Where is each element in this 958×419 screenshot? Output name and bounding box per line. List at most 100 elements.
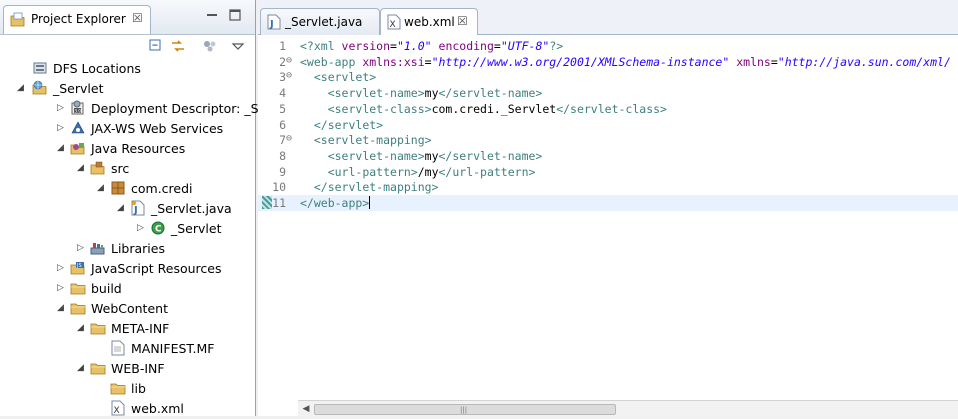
tree-item[interactable]: ▷ Libraries [0, 238, 255, 258]
code-text: <servlet-name>my</servlet-name> [300, 148, 543, 163]
code-text: <servlet-name>my</servlet-name> [300, 86, 543, 101]
code-line[interactable]: 10 </servlet-mapping> [258, 179, 958, 195]
svg-text:J: J [133, 205, 138, 216]
code-line[interactable]: 1 <?xml version="1.0" encoding="UTF-8"?> [258, 38, 958, 54]
project-explorer-panel: Project Explorer ☒ DFS Locations ◢ _Servle… [0, 0, 295, 418]
expanded-arrow-icon[interactable]: ◢ [56, 143, 65, 153]
code-line[interactable]: 9 <url-pattern>/my</url-pattern> [258, 164, 958, 180]
code-token: </servlet-name> [438, 148, 543, 163]
view-menu-icon[interactable] [230, 38, 246, 54]
tree-item[interactable]: ◢ src [0, 158, 255, 178]
expanded-arrow-icon[interactable]: ◢ [76, 363, 85, 373]
expanded-arrow-icon[interactable]: ◢ [116, 203, 125, 213]
maximize-icon[interactable] [228, 8, 242, 22]
code-token: </servlet-class> [556, 101, 667, 116]
tree-item[interactable]: DFS Locations [0, 58, 255, 78]
code-line[interactable]: 2 ⊖ <web-app xmlns:xsi="http://www.w3.org/… [258, 54, 958, 70]
collapse-all-icon[interactable] [148, 38, 164, 54]
horizontal-scrollbar[interactable]: ◀ ||| [298, 400, 958, 417]
code-line[interactable]: 3 ⊖ <servlet> [258, 69, 958, 85]
tree-item-label: web.xml [131, 401, 184, 416]
xml-source-editor[interactable]: 1 <?xml version="1.0" encoding="UTF-8"?> 2… [258, 36, 958, 400]
tab-web-xml[interactable]: X web.xml ☒ [380, 8, 478, 35]
code-line[interactable]: 8 <servlet-name>my</servlet-name> [258, 148, 958, 164]
scrollbar-thumb[interactable]: ||| [314, 404, 616, 415]
code-token: ?> [549, 39, 564, 53]
svg-text:X: X [390, 20, 396, 30]
collapsed-arrow-icon[interactable]: ▷ [56, 263, 65, 273]
code-token: xmlns [736, 54, 771, 69]
code-token: </servlet-name> [438, 86, 543, 101]
tree-item[interactable]: ◢ com.credi [0, 178, 255, 198]
folder-icon [70, 300, 86, 316]
tree-item[interactable]: ▷ JAX-WS Web Services [0, 118, 255, 138]
collapsed-arrow-icon[interactable]: ▷ [56, 283, 65, 293]
dfs-icon [32, 60, 48, 76]
tab-label: _Servlet.java [285, 15, 363, 29]
collapsed-arrow-icon[interactable]: ▷ [136, 223, 145, 233]
code-line[interactable]: 6 </servlet> [258, 117, 958, 133]
code-line[interactable]: 4 <servlet-name>my</servlet-name> [258, 85, 958, 101]
tree-item[interactable]: ▷ build [0, 278, 255, 298]
tree-item[interactable]: ◢ _Servlet [0, 78, 255, 98]
line-number: 4 [279, 86, 286, 101]
fold-toggle-icon[interactable]: ⊖ [286, 70, 296, 81]
svg-text:X: X [114, 406, 120, 416]
code-token: my [424, 86, 439, 101]
tree-item-label: JAX-WS Web Services [91, 121, 224, 136]
folder-icon [90, 360, 106, 376]
expanded-arrow-icon[interactable]: ◢ [76, 163, 85, 173]
editor-tabbar: J _Servlet.java X web.xml ☒ [258, 0, 958, 35]
tree-item[interactable]: ◢ Java Resources [0, 138, 255, 158]
code-token: <servlet-class> [327, 101, 432, 116]
code-token: xmlns:xsi [362, 54, 425, 69]
tree-item[interactable]: ◢ J _Servlet.java [0, 198, 255, 218]
fold-toggle-icon[interactable]: ⊖ [286, 133, 296, 144]
expanded-arrow-icon[interactable]: ◢ [76, 323, 85, 333]
tree-item[interactable]: lib [0, 378, 255, 398]
code-token: "1.0" [396, 39, 432, 53]
code-token: version [341, 39, 391, 53]
scroll-left-icon[interactable]: ◀ [299, 402, 313, 416]
tree-item[interactable]: MANIFEST.MF [0, 338, 255, 358]
expanded-arrow-icon[interactable]: ◢ [56, 303, 65, 313]
svg-text:J: J [269, 19, 274, 30]
collapsed-arrow-icon[interactable]: ▷ [76, 243, 85, 253]
expanded-arrow-icon[interactable]: ◢ [16, 83, 25, 93]
code-text: </servlet> [300, 118, 383, 132]
code-line[interactable]: 5 <servlet-class>com.credi._Servlet</ser… [258, 101, 958, 117]
code-token: "http://www.w3.org/2001/XMLSchema-instan… [431, 54, 730, 69]
tree-item[interactable]: ▷ 3.0 Deployment Descriptor: _Servlet [0, 98, 295, 118]
link-with-editor-icon[interactable] [170, 38, 186, 54]
tree-item[interactable]: ◢ WebContent [0, 298, 255, 318]
tree-item[interactable]: Xweb.xml [0, 398, 255, 418]
tree-item-label: lib [131, 381, 146, 396]
code-text: <?xml version="1.0" encoding="UTF-8"?> [300, 39, 563, 53]
code-line[interactable]: 7 ⊖ <servlet-mapping> [258, 132, 958, 148]
minimize-icon[interactable] [205, 8, 219, 22]
filter-icon[interactable] [202, 38, 218, 54]
collapsed-arrow-icon[interactable]: ▷ [56, 103, 65, 113]
tab-servlet-java[interactable]: J _Servlet.java [260, 8, 380, 35]
code-line[interactable]: 11 </web-app> [258, 195, 958, 211]
folder-icon [110, 380, 126, 396]
tree-item[interactable]: ▷ C _Servlet [0, 218, 255, 238]
tree-item[interactable]: ▷ JS JavaScript Resources [0, 258, 255, 278]
line-number: 8 [279, 148, 286, 163]
tree-item[interactable]: ◢ META-INF [0, 318, 255, 338]
code-token: = [770, 54, 778, 69]
tree-item[interactable]: ◢ WEB-INF [0, 358, 255, 378]
fold-toggle-icon[interactable]: ⊖ [286, 55, 296, 66]
expanded-arrow-icon[interactable]: ◢ [96, 183, 105, 193]
code-text: </web-app> [300, 196, 371, 210]
code-token: my [424, 148, 439, 163]
close-icon[interactable]: ☒ [132, 11, 143, 25]
close-icon[interactable]: ☒ [457, 14, 468, 28]
tree-item-label: _Servlet.java [151, 201, 232, 216]
tab-project-explorer[interactable]: Project Explorer ☒ [3, 5, 151, 34]
tab-label: web.xml [404, 15, 455, 29]
tree-item-label: build [91, 281, 122, 296]
collapsed-arrow-icon[interactable]: ▷ [56, 123, 65, 133]
